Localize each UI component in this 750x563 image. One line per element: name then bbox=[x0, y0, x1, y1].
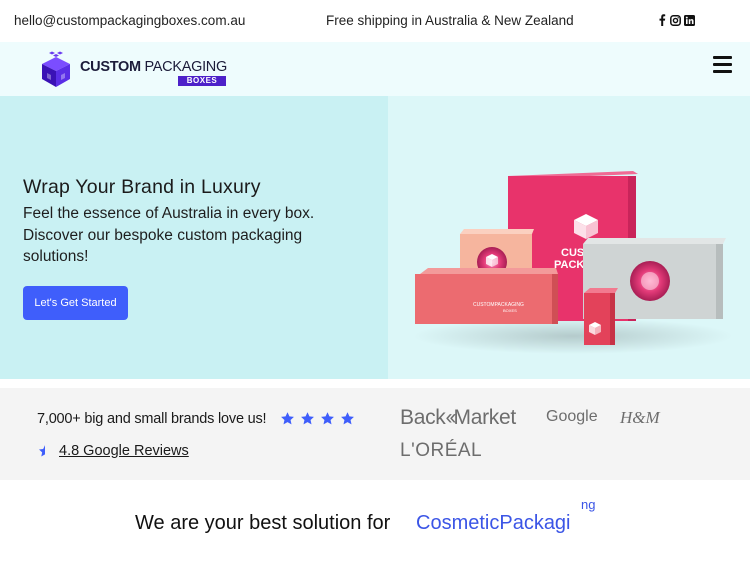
brand-logo-loreal: L'ORÉAL bbox=[400, 440, 483, 461]
hamburger-menu-icon[interactable] bbox=[713, 56, 732, 73]
solution-section: We are your best solution for CosmeticPa… bbox=[0, 480, 750, 563]
site-header: CUSTOM PACKAGING BOXES bbox=[0, 42, 750, 96]
star-icon bbox=[281, 412, 294, 425]
social-links bbox=[656, 14, 695, 26]
packaging-boxes-image: CUSTOM PACKAGING CUSTOMPACKAGING BOXES bbox=[388, 96, 750, 379]
site-logo[interactable]: CUSTOM PACKAGING BOXES bbox=[37, 51, 230, 89]
brands-love-text: 7,000+ big and small brands love us! bbox=[37, 411, 267, 427]
hero-section: Wrap Your Brand in Luxury Feel the essen… bbox=[0, 96, 750, 379]
star-icon bbox=[321, 412, 334, 425]
brand-logo-google: Google bbox=[546, 408, 598, 425]
contact-email-link[interactable]: hello@custompackagingboxes.com.au bbox=[14, 13, 245, 28]
facebook-icon[interactable] bbox=[656, 14, 667, 26]
google-reviews: 4.8 Google Reviews bbox=[37, 443, 189, 459]
logo-line-1: CUSTOM PACKAGING bbox=[80, 59, 227, 75]
solution-typed-ghost: ng bbox=[581, 497, 596, 512]
logo-word-boxes: BOXES bbox=[178, 76, 226, 86]
brand-logo-backmarket: Back‹‹Market bbox=[400, 406, 516, 429]
hero-title: Wrap Your Brand in Luxury bbox=[23, 176, 261, 198]
logo-wordmark: CUSTOM PACKAGING BOXES bbox=[80, 52, 230, 88]
rating-stars bbox=[280, 411, 355, 426]
half-star-icon bbox=[38, 445, 45, 457]
top-bar: hello@custompackagingboxes.com.au Free s… bbox=[0, 0, 750, 42]
brand-logo-hm: H&M bbox=[620, 408, 660, 427]
instagram-icon[interactable] bbox=[670, 14, 681, 26]
star-icon bbox=[341, 412, 354, 425]
svg-text:BOXES: BOXES bbox=[503, 308, 517, 313]
get-started-button[interactable]: Let's Get Started bbox=[23, 286, 128, 320]
linkedin-icon[interactable] bbox=[684, 14, 695, 26]
hero-subtitle: Feel the essence of Australia in every b… bbox=[23, 205, 315, 265]
shipping-notice: Free shipping in Australia & New Zealand bbox=[326, 13, 574, 28]
star-icon bbox=[301, 412, 314, 425]
google-reviews-link[interactable]: 4.8 Google Reviews bbox=[59, 443, 189, 459]
trust-strip: 7,000+ big and small brands love us! 4.8… bbox=[0, 388, 750, 480]
logo-word-packaging: PACKAGING bbox=[144, 59, 228, 75]
logo-word-custom: CUSTOM bbox=[80, 59, 141, 75]
logo-cube-icon bbox=[42, 51, 70, 87]
solution-typed-word: CosmeticPackagi bbox=[416, 512, 571, 534]
solution-heading: We are your best solution for bbox=[135, 512, 391, 534]
